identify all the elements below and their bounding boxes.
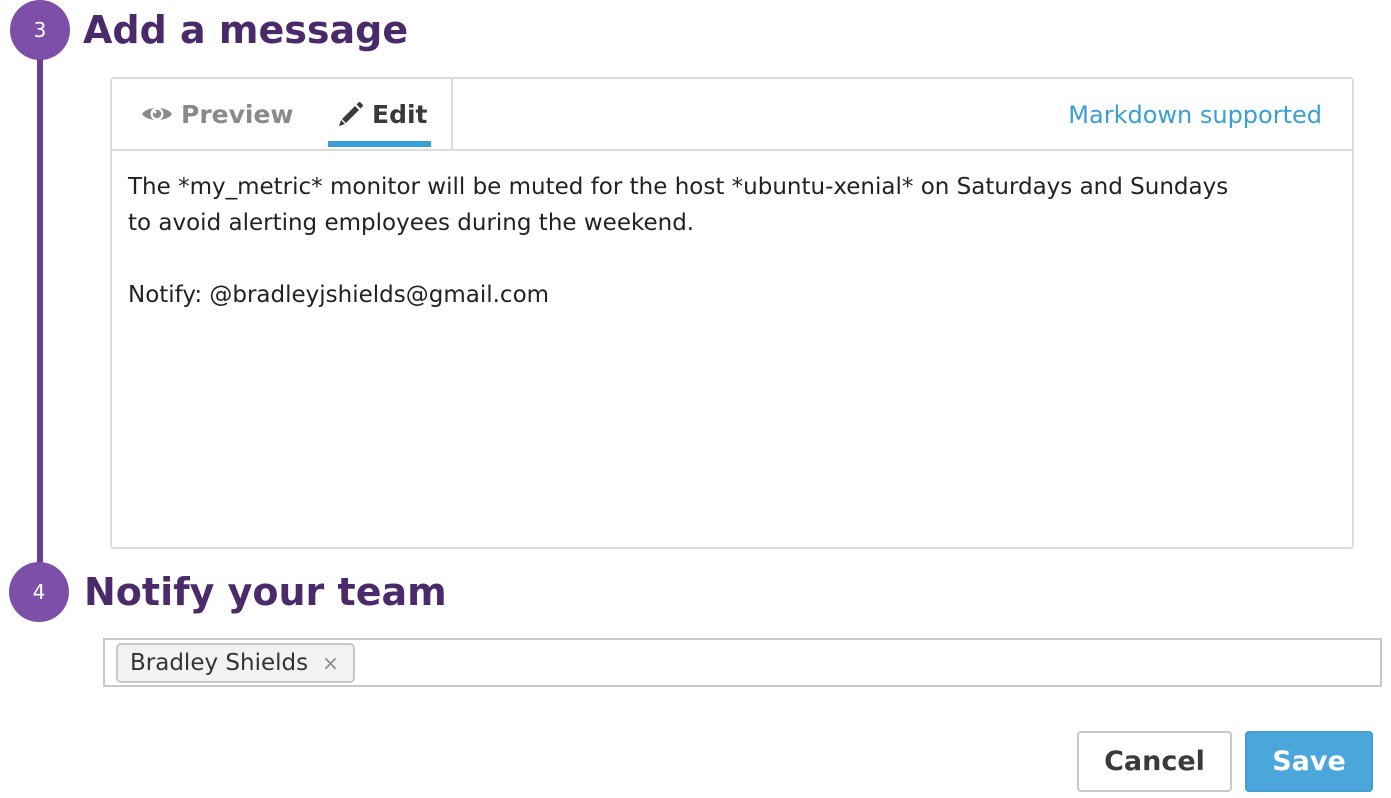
active-tab-indicator: [328, 141, 431, 147]
step-title-add-message: Add a message: [83, 8, 409, 52]
message-editor: Preview Edit Markdown supported The *my_…: [110, 77, 1354, 549]
tab-edit-label: Edit: [372, 99, 428, 129]
step-title-notify-team: Notify your team: [84, 570, 447, 614]
tab-preview-label: Preview: [181, 99, 294, 129]
editor-toolbar: Preview Edit Markdown supported: [112, 79, 1352, 151]
monitor-form: 3 Add a message Preview Edit Markdown su…: [0, 0, 1391, 798]
save-button[interactable]: Save: [1245, 731, 1373, 792]
step-timeline-line: [37, 40, 43, 592]
markdown-supported-link[interactable]: Markdown supported: [1068, 79, 1322, 151]
pencil-icon: [338, 101, 364, 127]
message-line: Notify: @bradleyjshields@gmail.com: [128, 282, 550, 308]
eye-icon: [141, 104, 173, 124]
tab-edit[interactable]: Edit: [328, 79, 434, 149]
recipient-tag-label: Bradley Shields: [130, 650, 309, 676]
close-icon[interactable]: ×: [322, 651, 339, 675]
step-number-badge: 4: [9, 562, 69, 622]
message-line: to avoid alerting employees during the w…: [128, 210, 695, 236]
message-textarea[interactable]: The *my_metric* monitor will be muted fo…: [128, 169, 1340, 313]
message-line: The *my_metric* monitor will be muted fo…: [128, 174, 1229, 200]
tab-preview[interactable]: Preview: [141, 79, 294, 149]
cancel-button[interactable]: Cancel: [1077, 731, 1232, 792]
notify-recipients-input[interactable]: Bradley Shields ×: [103, 638, 1382, 687]
step-number-badge: 3: [10, 0, 70, 60]
editor-tabs: Preview Edit: [112, 79, 453, 149]
recipient-tag: Bradley Shields ×: [116, 643, 355, 683]
